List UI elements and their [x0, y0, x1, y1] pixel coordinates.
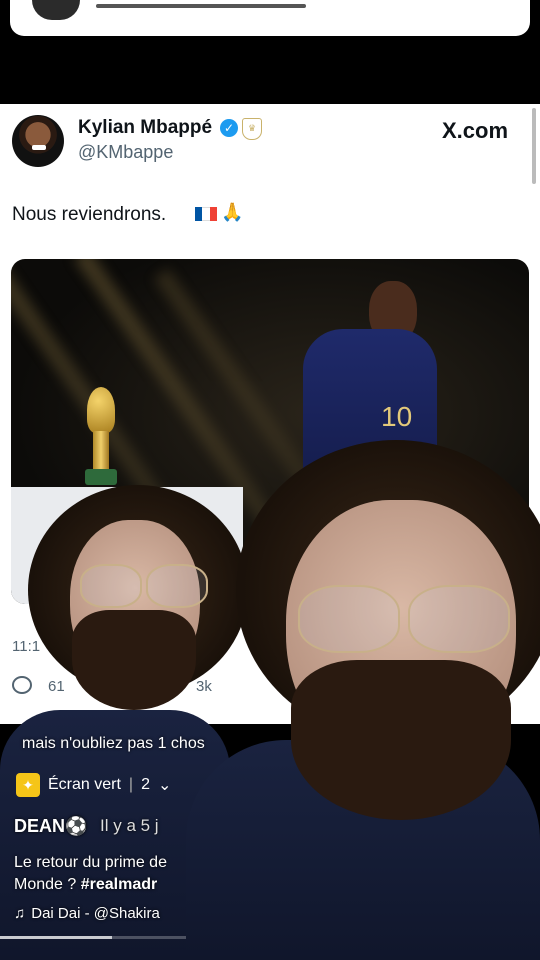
- separator: |: [128, 776, 134, 793]
- description-line-1: Le retour du prime de: [14, 854, 167, 871]
- green-screen-effect-icon: ✦: [16, 773, 40, 797]
- video-progress-fill: [0, 936, 112, 939]
- effect-label: Écran vert: [48, 776, 121, 793]
- effect-button[interactable]: ✦ Écran vert | 2 ⌄: [16, 770, 171, 800]
- video-caption: mais n'oubliez pas 1 chos: [22, 735, 205, 752]
- france-flag-icon: [195, 207, 217, 221]
- creator-right: [186, 440, 540, 960]
- jersey-number: 10: [381, 401, 413, 432]
- tweet-text: Nous reviendrons.: [12, 204, 167, 225]
- scrollbar[interactable]: [532, 108, 536, 184]
- music-ticker[interactable]: ♫ Dai Dai - @Shakira: [14, 905, 160, 922]
- hashtag-link[interactable]: #realmadr: [81, 876, 158, 893]
- trophy-icon: [81, 387, 121, 485]
- author-name: Kylian Mbappé: [78, 117, 213, 138]
- x-logo: X.com: [442, 118, 509, 143]
- previous-card: [10, 0, 530, 36]
- description-line-2: Monde ?: [14, 876, 77, 893]
- club-badge-icon: ♛: [242, 118, 262, 140]
- verified-icon: ✓: [220, 119, 238, 137]
- avatar: [12, 115, 64, 167]
- chevron-down-icon: ⌄: [157, 777, 172, 794]
- creator-username[interactable]: DEAN⚽: [14, 816, 87, 837]
- video-progress[interactable]: [0, 936, 186, 939]
- previous-card-avatar: [32, 0, 80, 20]
- previous-card-text: [96, 4, 306, 8]
- effect-count: 2: [141, 776, 150, 793]
- author-handle: @KMbappe: [78, 142, 174, 162]
- music-note-icon: ♫: [14, 905, 26, 922]
- post-date: Il y a 5 j: [100, 816, 159, 835]
- music-title: Dai Dai - @Shakira: [31, 905, 160, 922]
- video-description[interactable]: Le retour du prime de Monde ? #realmadr: [14, 852, 194, 896]
- praying-hands-icon: 🙏: [221, 202, 244, 222]
